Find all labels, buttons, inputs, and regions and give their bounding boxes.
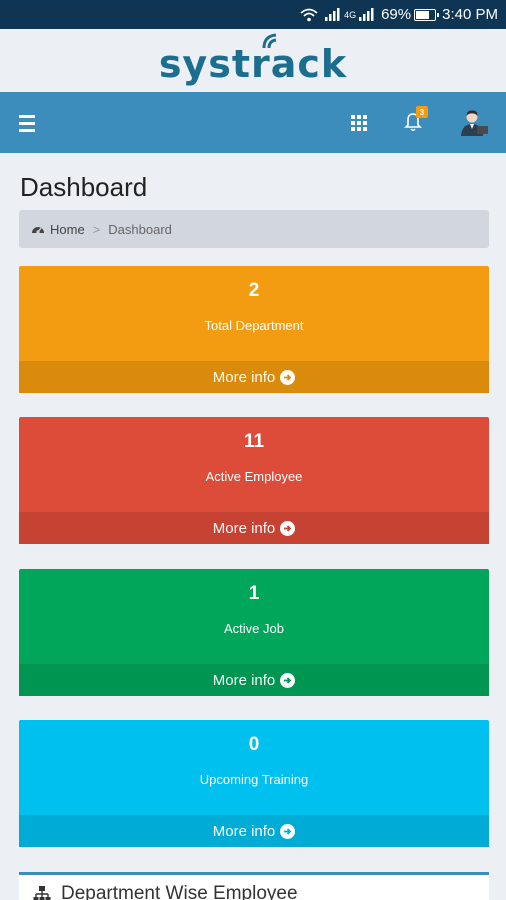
arrow-circle-right-icon [280,520,296,536]
sitemap-icon [33,885,51,900]
breadcrumb-current: Dashboard [108,221,172,237]
card-upcoming-training: 0 Upcoming Training More info [19,720,489,847]
dashboard-icon [32,227,44,234]
navbar: 3 [0,92,506,153]
wifi-icon [300,8,318,21]
card-active-job: 1 Active Job More info [19,569,489,696]
more-info-link[interactable]: More info [19,512,489,544]
network-type: 4G [344,9,357,20]
breadcrumb-home-label: Home [50,221,85,237]
avatar-icon [461,110,488,136]
more-info-link[interactable]: More info [19,815,489,847]
battery-icon [414,8,440,21]
breadcrumb-home[interactable]: Home [31,222,85,237]
more-info-label: More info [212,519,276,537]
card-count: 11 [243,431,265,452]
grid-icon [351,115,367,131]
app-logo-text: systrack [158,41,348,86]
battery-percent: 69% [381,6,412,23]
apps-button[interactable] [342,108,376,138]
card-label: Active Employee [205,469,303,484]
card-label: Total Department [204,318,304,333]
menu-toggle-button[interactable] [10,108,44,138]
app-logo[interactable]: systrack [158,33,348,86]
card-active-employee: 11 Active Employee More info [19,417,489,544]
clock: 3:40 PM [442,6,498,23]
notifications-button[interactable]: 3 [396,106,430,138]
breadcrumb: Home > Dashboard [19,210,489,248]
arrow-circle-right-icon [280,823,296,839]
card-count: 0 [248,734,260,755]
user-avatar-button[interactable] [457,106,491,140]
card-count: 1 [248,583,260,604]
logo-bar: systrack [0,29,506,92]
more-info-label: More info [212,822,276,840]
signal-wave-icon [262,33,277,48]
card-label: Active Job [224,621,284,636]
hamburger-icon [19,113,35,134]
status-bar: 4G 69% 3:40 PM [0,0,506,29]
card-label: Upcoming Training [199,772,309,787]
more-info-link[interactable]: More info [19,664,489,696]
panel-title: Department Wise Employee [61,882,298,900]
arrow-circle-right-icon [280,672,296,688]
breadcrumb-separator: > [92,221,101,237]
signal-icon [325,8,340,21]
arrow-circle-right-icon [280,369,296,385]
card-count: 2 [248,280,260,301]
signal-icon-2 [359,8,374,21]
more-info-link[interactable]: More info [19,361,489,393]
card-total-department: 2 Total Department More info [19,266,489,393]
more-info-label: More info [212,671,276,689]
department-employee-panel: Department Wise Employee [19,872,489,900]
page-title: Dashboard [20,172,148,202]
more-info-label: More info [212,368,276,386]
notification-badge: 3 [416,106,428,118]
